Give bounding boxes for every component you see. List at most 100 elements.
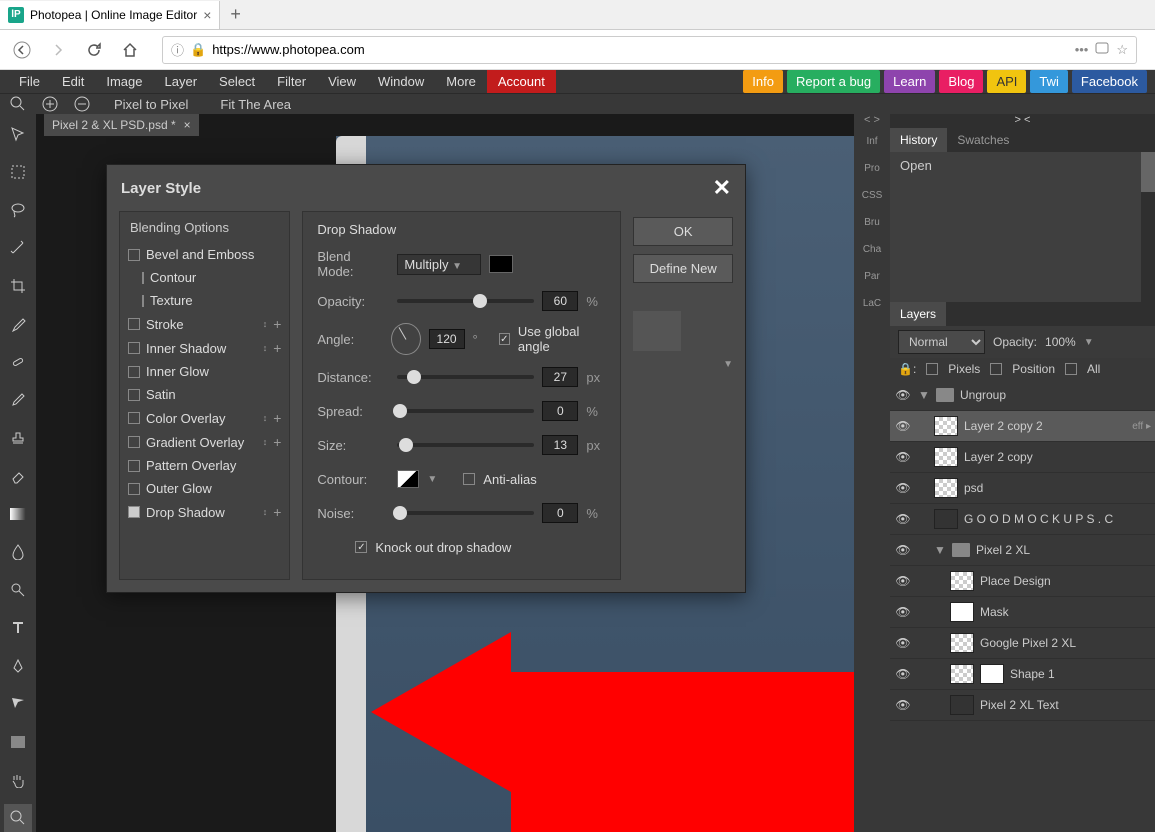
eye-icon[interactable]: 👁 [894,388,912,402]
antialias-checkbox[interactable] [463,473,475,485]
opacity-input[interactable] [542,291,578,311]
strip-info[interactable]: Inf [854,128,890,155]
eye-icon[interactable]: 👁 [894,450,912,464]
menu-more[interactable]: More [435,70,487,93]
layer-row[interactable]: 👁 ▼ Ungroup [890,380,1155,411]
facebook-button[interactable]: Facebook [1072,70,1147,93]
menu-account[interactable]: Account [487,70,556,93]
eye-icon[interactable]: 👁 [894,636,912,650]
stamp-tool-icon[interactable] [4,424,32,452]
strip-lac[interactable]: LaC [854,290,890,317]
plus-icon[interactable]: + [273,504,281,520]
style-item[interactable]: Outer Glow [120,477,289,500]
blur-tool-icon[interactable] [4,538,32,566]
history-item[interactable]: Open [900,158,1145,173]
menu-filter[interactable]: Filter [266,70,317,93]
plus-icon[interactable]: + [273,340,281,356]
close-icon[interactable]: × [203,7,211,23]
style-checkbox[interactable] [128,318,140,330]
lock-pixels-checkbox[interactable] [926,363,938,375]
marquee-tool-icon[interactable] [4,158,32,186]
layer-row[interactable]: 👁 Layer 2 copy [890,442,1155,473]
dodge-tool-icon[interactable] [4,576,32,604]
plus-icon[interactable]: + [273,434,281,450]
info-icon[interactable]: ⓘ [171,40,184,59]
chevron-down-icon[interactable]: ▼ [934,543,946,557]
noise-slider[interactable] [397,511,534,515]
layer-row[interactable]: 👁 G O O D M O C K U P S . C [890,504,1155,535]
wand-tool-icon[interactable] [4,234,32,262]
angle-dial[interactable] [391,323,420,355]
style-item[interactable]: Color Overlay ↕ + [120,406,289,430]
layer-row[interactable]: 👁 Mask [890,597,1155,628]
updown-icon[interactable]: ↕ [263,413,268,423]
tab-history[interactable]: History [890,128,947,152]
distance-slider[interactable] [397,375,534,379]
tab-layers[interactable]: Layers [890,302,946,326]
layer-row[interactable]: 👁 Google Pixel 2 XL [890,628,1155,659]
strip-css[interactable]: CSS [854,182,890,209]
updown-icon[interactable]: ↕ [263,437,268,447]
layer-row[interactable]: 👁 Shape 1 [890,659,1155,690]
eye-icon[interactable]: 👁 [894,698,912,712]
hand-tool-icon[interactable] [4,766,32,794]
move-tool-icon[interactable] [4,120,32,148]
url-bar[interactable]: ⓘ 🔒 https://www.photopea.com ••• ☆ [162,36,1137,64]
style-item[interactable]: Inner Glow [120,360,289,383]
style-checkbox[interactable] [128,506,140,518]
document-tab[interactable]: Pixel 2 & XL PSD.psd * × [44,114,199,136]
shape-tool-icon[interactable] [4,728,32,756]
contour-menu-icon[interactable]: ▼ [427,474,437,485]
opacity-value[interactable]: 100% [1045,335,1076,349]
style-checkbox[interactable] [128,412,140,424]
strip-bru[interactable]: Bru [854,209,890,236]
api-button[interactable]: API [987,70,1026,93]
angle-input[interactable] [429,329,465,349]
updown-icon[interactable]: ↕ [263,319,268,329]
reload-icon[interactable] [82,38,106,62]
eye-icon[interactable]: 👁 [894,419,912,433]
style-checkbox[interactable] [128,436,140,448]
new-tab-button[interactable]: + [220,4,251,25]
path-tool-icon[interactable] [4,690,32,718]
menu-edit[interactable]: Edit [51,70,95,93]
zoom-tool-icon[interactable] [8,94,28,114]
style-item[interactable]: Stroke ↕ + [120,312,289,336]
close-icon[interactable]: × [184,118,191,132]
bookmark-icon[interactable]: ☆ [1116,42,1128,58]
chevron-down-icon[interactable]: ▼ [1084,337,1094,348]
strip-pro[interactable]: Pro [854,155,890,182]
brush-tool-icon[interactable] [4,386,32,414]
style-checkbox[interactable] [128,389,140,401]
menu-select[interactable]: Select [208,70,266,93]
updown-icon[interactable]: ↕ [263,507,268,517]
updown-icon[interactable]: ↕ [263,343,268,353]
heal-tool-icon[interactable] [4,348,32,376]
style-item[interactable]: Drop Shadow ↕ + [120,500,289,524]
blend-mode-select[interactable]: Multiply ▼ [397,254,481,275]
eye-icon[interactable]: 👁 [894,543,912,557]
opacity-slider[interactable] [397,299,534,303]
style-item[interactable]: Texture [120,289,150,312]
style-item[interactable]: Satin [120,383,289,406]
scrollbar[interactable] [1141,152,1155,302]
zoom-tool-icon[interactable] [4,804,32,832]
chevron-down-icon[interactable]: ▼ [633,359,733,370]
zoom-out-icon[interactable] [72,94,92,114]
chevron-down-icon[interactable]: ▼ [918,388,930,402]
layer-row[interactable]: 👁 Place Design [890,566,1155,597]
style-checkbox[interactable] [128,483,140,495]
style-item[interactable]: Contour [120,266,150,289]
size-slider[interactable] [397,443,534,447]
lock-all-checkbox[interactable] [1065,363,1077,375]
shield-icon[interactable] [1094,40,1110,59]
ok-button[interactable]: OK [633,217,733,246]
style-checkbox[interactable] [142,295,144,307]
eraser-tool-icon[interactable] [4,462,32,490]
collapse-icon[interactable]: > < [890,114,1155,128]
layer-row[interactable]: 👁 ▼ Pixel 2 XL [890,535,1155,566]
contour-swatch[interactable] [397,470,419,488]
close-icon[interactable]: ✕ [713,175,731,201]
eye-icon[interactable]: 👁 [894,605,912,619]
zoom-in-icon[interactable] [40,94,60,114]
